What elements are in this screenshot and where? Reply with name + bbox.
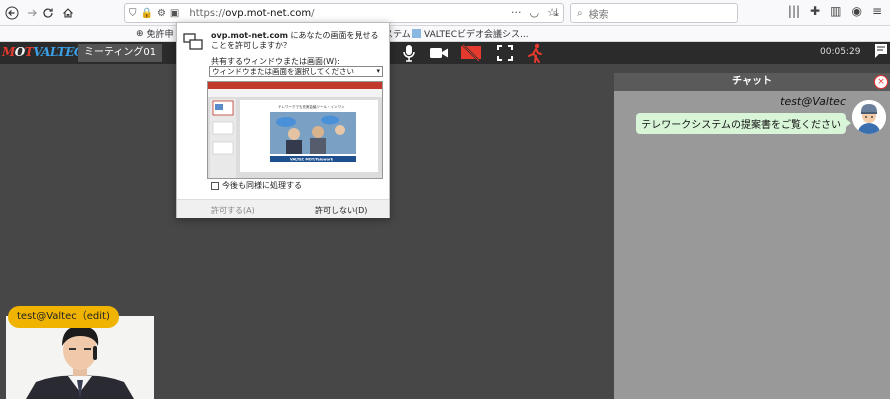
- url-text: https://ovp.mot-net.com/: [189, 7, 315, 19]
- preview-brand-text: VALTEC MOT/Telework: [290, 158, 334, 162]
- home-icon[interactable]: [58, 3, 78, 23]
- valtec-logo: MOTVALTEC: [2, 45, 83, 59]
- page-actions-icon[interactable]: ···: [511, 6, 522, 19]
- deny-button[interactable]: 許可しない(D): [315, 205, 367, 216]
- back-icon[interactable]: [2, 3, 22, 23]
- sidebar-icon[interactable]: ▥: [830, 4, 841, 18]
- avatar: [852, 100, 886, 134]
- screen-share-indicator-icon[interactable]: ▣: [170, 8, 179, 19]
- remember-checkbox-row[interactable]: 今後も同様に処理する: [211, 180, 302, 191]
- share-permission-message: ovp.mot-net.com にあなたの画面を見せることを許可しますか？: [211, 31, 379, 50]
- lock-icon[interactable]: 🔒: [141, 8, 153, 19]
- window-select[interactable]: ウィンドウまたは画面を選択してください ▾: [209, 66, 383, 77]
- library-icon[interactable]: |||: [788, 4, 800, 18]
- bookmark-favicon-icon: [412, 29, 421, 38]
- menu-icon[interactable]: ≡: [872, 4, 882, 18]
- bookmark-item[interactable]: ⊕ 免許申: [136, 27, 174, 41]
- window-preview: テレワークでも充実会議ツール・インワン VALTEC MOT/Telework: [207, 81, 383, 179]
- globe-icon: ⊕: [136, 28, 144, 39]
- app-header: MOTVALTEC ミーティング01 00:05:29: [0, 42, 890, 64]
- account-icon[interactable]: ◉: [851, 4, 861, 18]
- screen-share-dialog: ovp.mot-net.com にあなたの画面を見せることを許可しますか？ 共有…: [176, 22, 390, 218]
- browser-toolbar: ⛉ 🔒 ⚙ ▣ https://ovp.mot-net.com/ ··· ◡ ☆…: [0, 0, 890, 26]
- pocket-icon[interactable]: ◡: [530, 6, 540, 19]
- allow-button[interactable]: 許可する(A): [211, 205, 255, 216]
- extensions-icon[interactable]: ✚: [810, 4, 820, 18]
- chat-toggle-icon[interactable]: [874, 43, 890, 63]
- fullscreen-icon[interactable]: [494, 43, 516, 63]
- preview-slide-title: テレワークでも充実会議ツール・インワン: [278, 104, 345, 109]
- search-placeholder: 検索: [588, 9, 609, 21]
- chat-title: チャット: [614, 73, 890, 91]
- remember-checkbox[interactable]: [211, 181, 219, 190]
- url-bar[interactable]: ⛉ 🔒 ⚙ ▣ https://ovp.mot-net.com/ ··· ◡ ☆: [124, 3, 564, 23]
- exit-meeting-icon[interactable]: [524, 43, 546, 63]
- camera-icon[interactable]: [428, 43, 450, 63]
- meeting-timer: 00:05:29: [820, 47, 861, 57]
- shield-icon[interactable]: ⛉: [129, 8, 137, 19]
- chevron-down-icon: ▾: [376, 67, 380, 75]
- screen-share-off-icon[interactable]: [460, 43, 482, 63]
- remember-label: 今後も同様に処理する: [222, 181, 302, 190]
- self-name-badge: test@Valtec（edit): [8, 306, 119, 328]
- chat-message: テレワークシステムの提案書をご覧ください: [636, 113, 851, 134]
- search-icon: ⌕: [577, 7, 583, 19]
- microphone-icon[interactable]: [398, 43, 420, 63]
- chat-close-button[interactable]: ×: [874, 75, 888, 89]
- search-input[interactable]: ⌕ 検索: [570, 3, 738, 23]
- bookmark-item[interactable]: VALTECビデオ会議シス...: [412, 27, 529, 40]
- chat-panel: チャット × test@Valtec テレワークシステムの提案書をご覧ください: [614, 73, 890, 399]
- room-name: ミーティング01: [78, 44, 163, 62]
- self-video[interactable]: [6, 316, 154, 399]
- permissions-icon[interactable]: ⚙: [157, 8, 166, 19]
- screen-share-icon: [183, 33, 203, 51]
- download-icon[interactable]: ⤓: [554, 6, 559, 20]
- bookmarks-bar: ⊕ 免許申 ステム VALTECビデオ会議シス...: [0, 26, 890, 42]
- reload-icon[interactable]: [38, 3, 58, 23]
- chat-sender-name: test@Valtec: [780, 95, 846, 108]
- dialog-footer: 許可する(A) 許可しない(D): [177, 199, 389, 218]
